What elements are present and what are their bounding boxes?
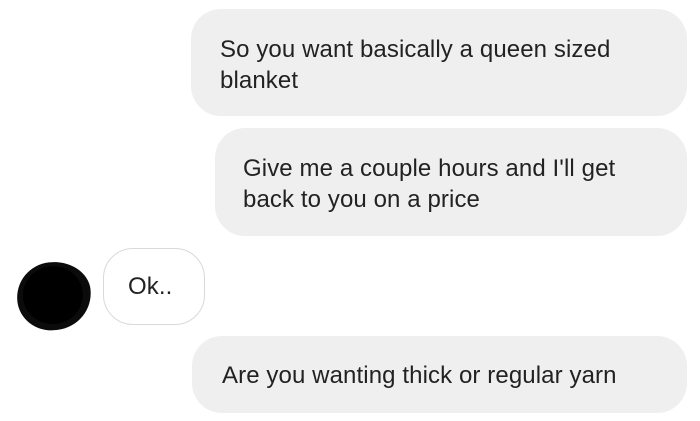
message-text: Are you wanting thick or regular yarn [222, 362, 617, 389]
message-bubble-outgoing[interactable]: Give me a couple hours and I'll get back… [215, 128, 687, 236]
contact-avatar[interactable] [13, 258, 95, 334]
message-text: Ok.. [128, 273, 173, 300]
message-bubble-incoming[interactable]: Ok.. [103, 248, 205, 325]
message-bubble-outgoing[interactable]: So you want basically a queen sized blan… [191, 9, 687, 116]
message-text: So you want basically a queen sized blan… [220, 36, 611, 94]
message-bubble-outgoing[interactable]: Are you wanting thick or regular yarn [192, 336, 687, 413]
message-thread: So you want basically a queen sized blan… [0, 0, 700, 421]
message-text: Give me a couple hours and I'll get back… [243, 155, 616, 213]
